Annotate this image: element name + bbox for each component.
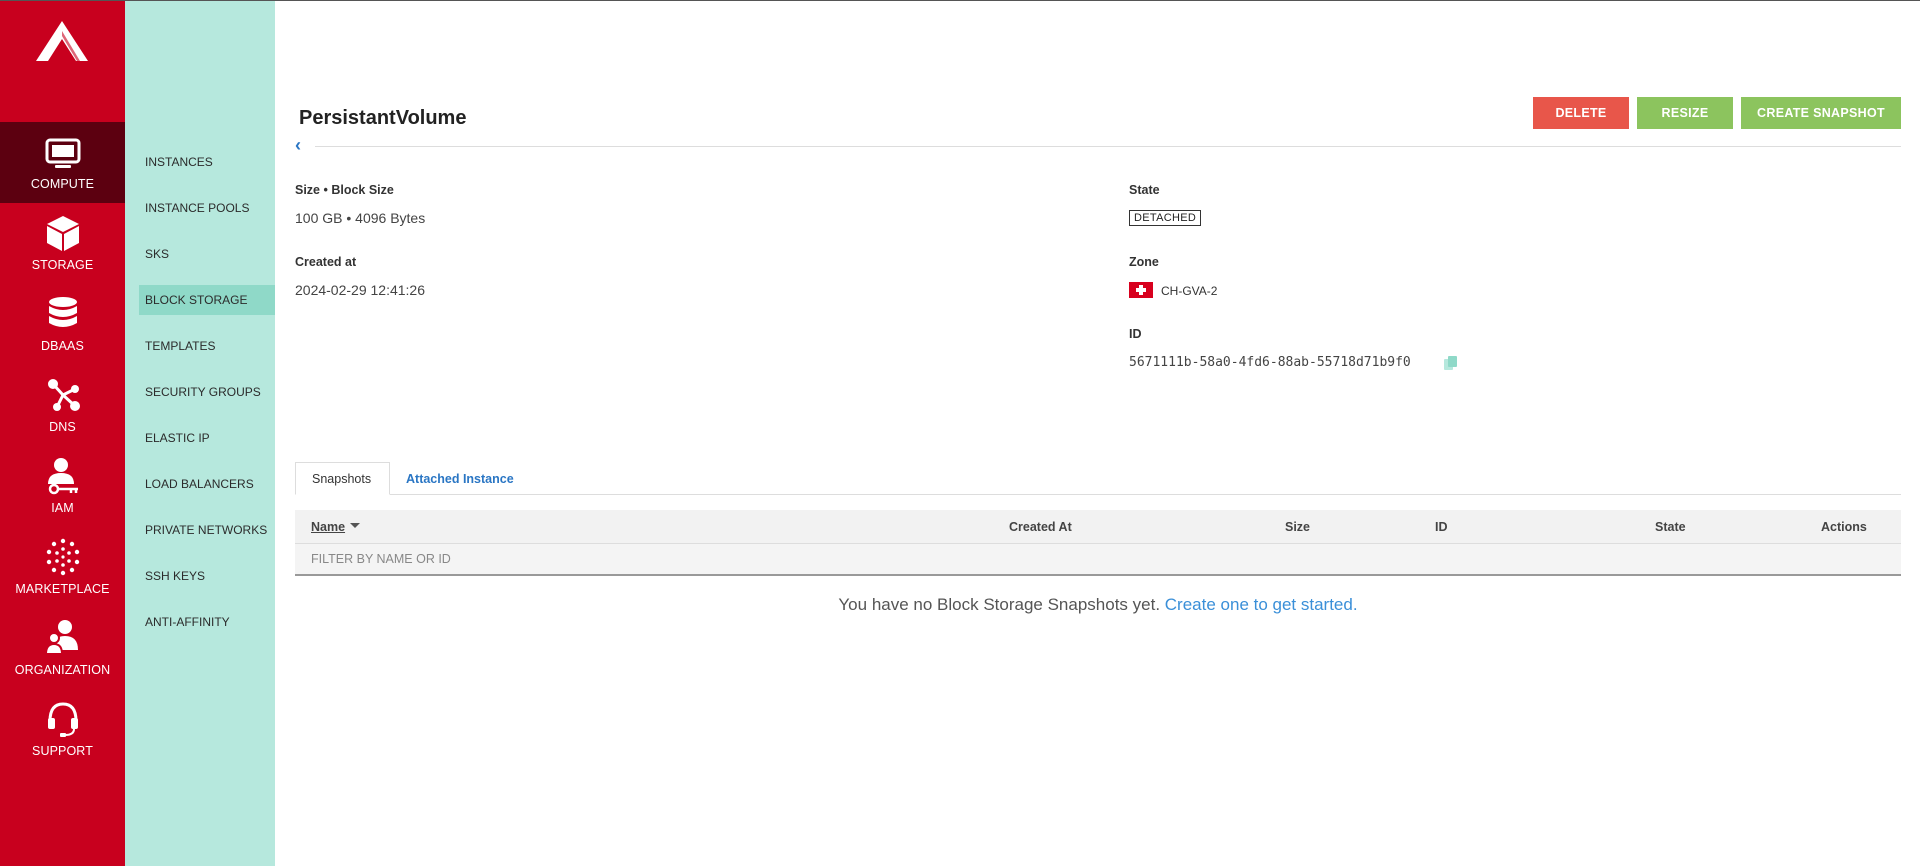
copy-icon[interactable] [1443,355,1459,371]
nav-organization-label: ORGANIZATION [14,663,111,677]
create-snapshot-button[interactable]: CREATE SNAPSHOT [1741,97,1901,129]
column-name-label: Name [311,520,346,534]
nav-support[interactable]: SUPPORT [0,689,125,770]
nav-iam[interactable]: IAM [0,446,125,527]
headset-icon [47,702,78,737]
sidebar-item-elastic-ip[interactable]: ELASTIC IP [139,423,275,453]
column-header-size[interactable]: Size [1285,510,1310,544]
sidebar-item-load-balancers[interactable]: LOAD BALANCERS [139,469,275,499]
nav-iam-label: IAM [51,501,74,515]
nav-storage[interactable]: STORAGE [0,203,125,284]
sidebar-item-instance-pools[interactable]: INSTANCE POOLS [139,193,275,223]
create-snapshot-link[interactable]: Create one to get started [1165,595,1353,614]
zone-value: CH-GVA-2 [1161,284,1218,298]
tab-bar: Snapshots Attached Instance [295,462,1901,495]
filter-input[interactable] [295,544,1901,574]
database-icon [48,297,77,327]
marketplace-dots-icon [46,538,79,576]
monitor-icon [45,138,80,168]
state-badge: DETACHED [1129,210,1202,226]
empty-state-message: You have no Block Storage Snapshots yet.… [295,595,1901,615]
page-title: PersistantVolume [299,107,467,129]
cube-icon [46,216,79,251]
empty-state-period: . [1352,595,1358,614]
nav-marketplace[interactable]: MARKETPLACE [0,527,125,608]
sidebar-item-templates[interactable]: TEMPLATES [139,331,275,361]
nav-organization[interactable]: ORGANIZATION [0,608,125,689]
secondary-sidebar: INSTANCES INSTANCE POOLS SKS BLOCK STORA… [125,1,275,866]
brand-logo-icon[interactable] [36,21,88,61]
main-content: PersistantVolume DELETE RESIZE CREATE SN… [275,1,1920,866]
nav-dbaas[interactable]: DBAAS [0,284,125,365]
sidebar-item-block-storage[interactable]: BLOCK STORAGE [139,285,275,315]
column-header-state[interactable]: State [1655,510,1686,544]
state-label: State [1129,183,1160,197]
nav-dns[interactable]: DNS [0,365,125,446]
dns-nodes-icon [47,379,80,411]
nav-storage-label: STORAGE [31,258,94,272]
column-header-created-at[interactable]: Created At [1009,510,1072,544]
nav-support-label: SUPPORT [32,744,93,758]
sidebar-item-instances[interactable]: INSTANCES [139,147,275,177]
swiss-flag-icon [1129,282,1153,298]
organization-icon [44,620,78,655]
sidebar-item-ssh-keys[interactable]: SSH KEYS [139,561,275,591]
tab-snapshots[interactable]: Snapshots [295,462,390,495]
size-label: Size • Block Size [295,183,394,197]
table-header: Name Created At Size ID State Actions [295,510,1901,544]
sidebar-item-security-groups[interactable]: SECURITY GROUPS [139,377,275,407]
user-key-icon [47,458,78,495]
nav-compute[interactable]: COMPUTE [0,122,125,203]
id-value: 5671111b-58a0-4fd6-88ab-55718d71b9f0 [1129,355,1411,370]
empty-state-text: You have no Block Storage Snapshots yet. [838,595,1165,614]
column-header-id[interactable]: ID [1435,510,1448,544]
delete-button[interactable]: DELETE [1533,97,1629,129]
sort-descending-icon [350,522,361,528]
created-at-value: 2024-02-29 12:41:26 [295,282,425,298]
sidebar-item-sks[interactable]: SKS [139,239,275,269]
nav-dbaas-label: DBAAS [41,339,84,353]
divider [315,146,1901,147]
resize-button[interactable]: RESIZE [1637,97,1733,129]
column-header-actions: Actions [1821,520,1867,534]
nav-marketplace-label: MARKETPLACE [15,582,110,596]
size-value: 100 GB • 4096 Bytes [295,210,426,226]
id-label: ID [1129,327,1142,341]
nav-compute-label: COMPUTE [30,177,95,191]
sidebar-item-anti-affinity[interactable]: ANTI-AFFINITY [139,607,275,637]
back-chevron-icon[interactable]: ‹ [295,136,309,154]
filter-row [295,544,1901,576]
back-row: ‹ [295,135,1901,157]
nav-dns-label: DNS [49,420,76,434]
created-at-label: Created at [295,255,357,269]
zone-label: Zone [1129,255,1159,269]
sidebar-item-private-networks[interactable]: PRIVATE NETWORKS [139,515,275,545]
column-header-name[interactable]: Name [311,510,361,544]
snapshots-table: Name Created At Size ID State Actions Yo… [295,510,1901,614]
tab-attached-instance[interactable]: Attached Instance [390,462,530,495]
primary-sidebar: COMPUTE STORAGE DBAAS DNS IAM MARKETPLAC… [0,1,125,866]
